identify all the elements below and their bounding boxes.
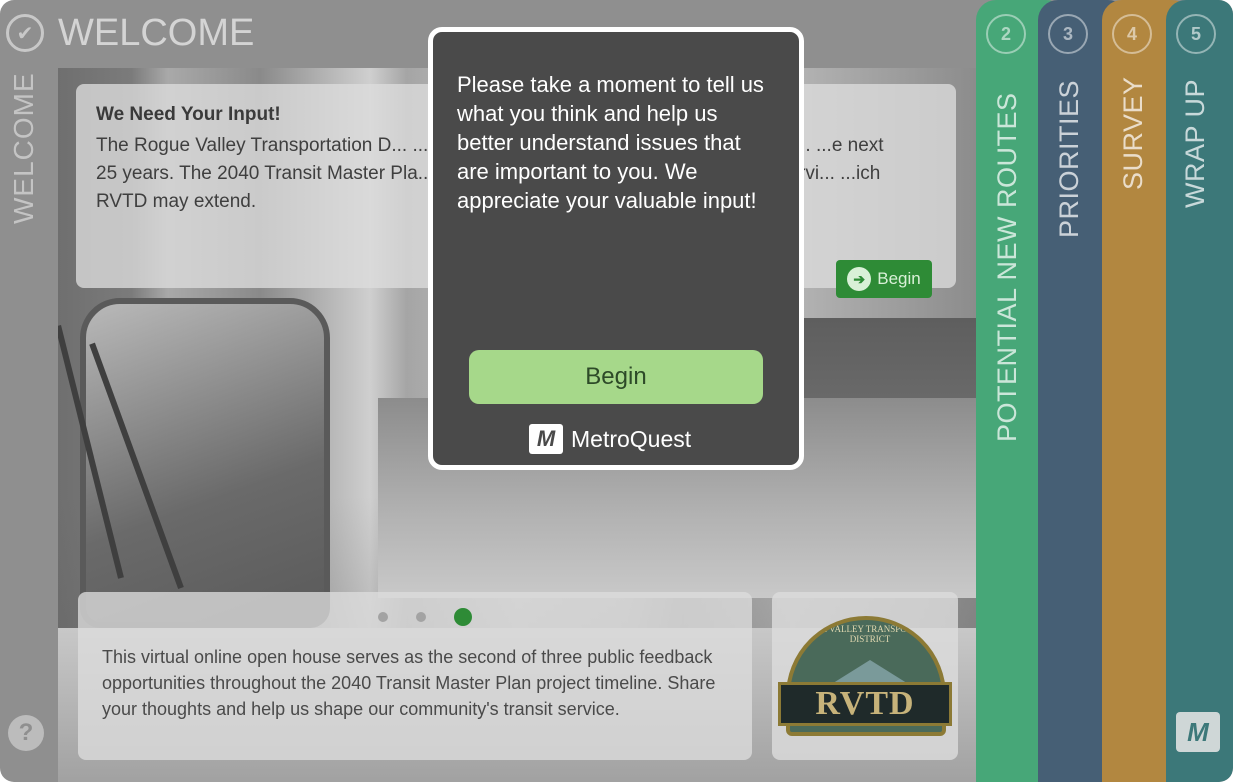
carousel-dot-active[interactable] (454, 608, 472, 626)
metroquest-icon: M (529, 424, 563, 454)
welcome-modal: Please take a moment to tell us what you… (428, 27, 804, 470)
check-circle-icon: ✔ (6, 14, 44, 52)
modal-message: Please take a moment to tell us what you… (457, 72, 764, 213)
tab-label: SURVEY (1118, 76, 1148, 190)
carousel-dot[interactable] (416, 612, 426, 622)
begin-button-secondary[interactable]: ➔ Begin (836, 260, 932, 298)
welcome-vertical-label: WELCOME (8, 72, 39, 224)
tab-wrap-up[interactable]: 5 WRAP UP (1166, 0, 1233, 782)
tab-number: 2 (986, 14, 1026, 54)
begin-button[interactable]: Begin (469, 350, 763, 404)
metroquest-logo: M MetroQuest (529, 424, 691, 454)
tab-label: WRAP UP (1180, 78, 1210, 208)
metroquest-brand: MetroQuest (571, 425, 692, 452)
tab-label: POTENTIAL NEW ROUTES (992, 92, 1022, 442)
tab-number: 4 (1112, 14, 1152, 54)
begin-button-secondary-label: Begin (877, 269, 921, 288)
rvtd-logo-text: RVTD (778, 682, 952, 726)
tab-number: 5 (1176, 14, 1216, 54)
bottom-info-text: This virtual online open house serves as… (102, 647, 716, 719)
welcome-title: WELCOME (58, 12, 255, 54)
tab-label: PRIORITIES (1054, 79, 1084, 238)
rvtd-logo-arc-text: ROGUE VALLEY TRANSPORTATION DISTRICT (796, 624, 944, 644)
tab-number: 3 (1048, 14, 1088, 54)
rvtd-logo-card: ROGUE VALLEY TRANSPORTATION DISTRICT RVT… (772, 592, 958, 760)
carousel-dots (378, 608, 472, 626)
arrow-right-icon: ➔ (847, 267, 872, 291)
bottom-info-card: This virtual online open house serves as… (78, 592, 752, 760)
help-button[interactable]: ? (8, 715, 44, 751)
carousel-dot[interactable] (378, 612, 388, 622)
survey-app: ✔ WELCOME WELCOME ? We Need Your Input! … (0, 0, 1233, 782)
metroquest-corner-icon[interactable]: M (1176, 712, 1220, 752)
